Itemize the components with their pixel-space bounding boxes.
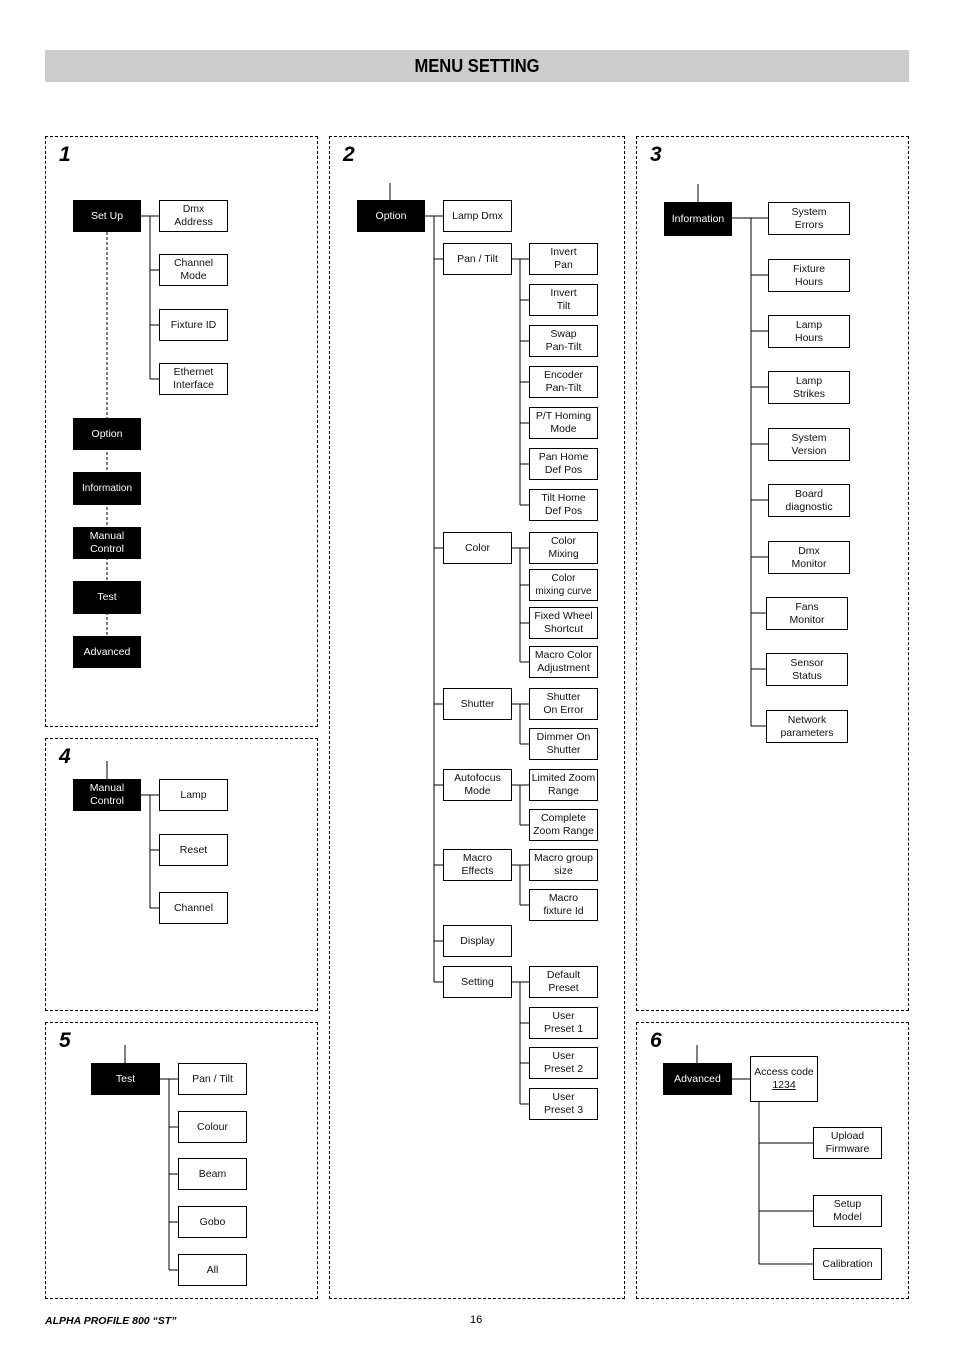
menu-item-reset[interactable]: Reset <box>159 834 228 866</box>
access-code-label: Access code <box>754 1066 814 1078</box>
menu-item-network-parameters[interactable]: Network parameters <box>766 710 848 743</box>
menu-item-channel[interactable]: Channel <box>159 892 228 924</box>
main-menu-information[interactable]: Information <box>73 472 141 505</box>
menu-item-fixture-id[interactable]: Fixture ID <box>159 309 228 341</box>
submenu-user-preset-2[interactable]: User Preset 2 <box>529 1047 598 1079</box>
submenu-invert-pan[interactable]: Invert Pan <box>529 243 598 275</box>
access-code-value: 1234 <box>772 1079 796 1091</box>
submenu-shutter-on-error[interactable]: Shutter On Error <box>529 688 598 720</box>
submenu-complete-zoom-range[interactable]: Complete Zoom Range <box>529 809 598 841</box>
menu-item-dmx-monitor[interactable]: Dmx Monitor <box>768 541 850 574</box>
menu-item-system-version[interactable]: System Version <box>768 428 850 461</box>
menu-root-test[interactable]: Test <box>91 1063 160 1095</box>
menu-item-colour[interactable]: Colour <box>178 1111 247 1143</box>
submenu-default-preset[interactable]: Default Preset <box>529 966 598 998</box>
menu-item-all[interactable]: All <box>178 1254 247 1286</box>
menu-root-advanced[interactable]: Advanced <box>663 1063 732 1095</box>
menu-item-channel-mode[interactable]: Channel Mode <box>159 254 228 286</box>
menu-item-pan-tilt-test[interactable]: Pan / Tilt <box>178 1063 247 1095</box>
submenu-encoder-pan-tilt[interactable]: Encoder Pan-Tilt <box>529 366 598 398</box>
submenu-dimmer-on-shutter[interactable]: Dimmer On Shutter <box>529 728 598 760</box>
panel-number: 4 <box>59 745 71 768</box>
panel-number: 3 <box>650 143 662 166</box>
menu-item-sensor-status[interactable]: Sensor Status <box>766 653 848 686</box>
menu-item-setup-model[interactable]: Setup Model <box>813 1195 882 1227</box>
menu-item-system-errors[interactable]: System Errors <box>768 202 850 235</box>
menu-item-calibration[interactable]: Calibration <box>813 1248 882 1280</box>
menu-item-pan-tilt[interactable]: Pan / Tilt <box>443 243 512 275</box>
submenu-limited-zoom-range[interactable]: Limited Zoom Range <box>529 769 598 801</box>
menu-item-color[interactable]: Color <box>443 532 512 564</box>
menu-item-autofocus-mode[interactable]: Autofocus Mode <box>443 769 512 801</box>
menu-item-fans-monitor[interactable]: Fans Monitor <box>766 597 848 630</box>
menu-item-board-diagnostic[interactable]: Board diagnostic <box>768 484 850 517</box>
menu-item-shutter[interactable]: Shutter <box>443 688 512 720</box>
menu-item-ethernet-interface[interactable]: Ethernet Interface <box>159 363 228 395</box>
menu-item-upload-firmware[interactable]: Upload Firmware <box>813 1127 882 1159</box>
submenu-user-preset-3[interactable]: User Preset 3 <box>529 1088 598 1120</box>
menu-item-lamp-strikes[interactable]: Lamp Strikes <box>768 371 850 404</box>
submenu-swap-pan-tilt[interactable]: Swap Pan-Tilt <box>529 325 598 357</box>
submenu-color-mixing[interactable]: Color Mixing <box>529 532 598 564</box>
menu-item-macro-effects[interactable]: Macro Effects <box>443 849 512 881</box>
footer-page-number: 16 <box>470 1314 483 1326</box>
menu-item-dmx-address[interactable]: Dmx Address <box>159 200 228 232</box>
access-code-box[interactable]: Access code 1234 <box>750 1056 818 1102</box>
submenu-pt-homing-mode[interactable]: P/T Homing Mode <box>529 407 598 439</box>
menu-item-lamp-dmx[interactable]: Lamp Dmx <box>443 200 512 232</box>
menu-root-information[interactable]: Information <box>664 202 732 236</box>
panel-number: 6 <box>650 1029 662 1052</box>
menu-root-option[interactable]: Option <box>357 200 425 232</box>
menu-item-beam[interactable]: Beam <box>178 1158 247 1190</box>
menu-item-setting[interactable]: Setting <box>443 966 512 998</box>
submenu-macro-color-adjustment[interactable]: Macro Color Adjustment <box>529 646 598 678</box>
menu-item-gobo[interactable]: Gobo <box>178 1206 247 1238</box>
main-menu-test[interactable]: Test <box>73 581 141 614</box>
submenu-color-mixing-curve[interactable]: Color mixing curve <box>529 569 598 601</box>
panel-number: 5 <box>59 1029 71 1052</box>
submenu-pan-home-def-pos[interactable]: Pan Home Def Pos <box>529 448 598 480</box>
main-menu-option[interactable]: Option <box>73 418 141 450</box>
menu-root-setup[interactable]: Set Up <box>73 200 141 232</box>
submenu-macro-fixture-id[interactable]: Macro fixture Id <box>529 889 598 921</box>
main-menu-advanced[interactable]: Advanced <box>73 636 141 668</box>
menu-root-manual-control[interactable]: Manual Control <box>73 779 141 811</box>
submenu-fixed-wheel-shortcut[interactable]: Fixed Wheel Shortcut <box>529 607 598 639</box>
footer-product-name: ALPHA PROFILE 800 “ST” <box>45 1315 177 1327</box>
page-title: MENU SETTING <box>414 55 540 76</box>
panel-number: 1 <box>59 143 71 166</box>
panel-number: 2 <box>343 143 355 166</box>
menu-item-display[interactable]: Display <box>443 925 512 957</box>
submenu-tilt-home-def-pos[interactable]: Tilt Home Def Pos <box>529 489 598 521</box>
menu-item-fixture-hours[interactable]: Fixture Hours <box>768 259 850 292</box>
submenu-macro-group-size[interactable]: Macro group size <box>529 849 598 881</box>
menu-item-lamp-hours[interactable]: Lamp Hours <box>768 315 850 348</box>
submenu-invert-tilt[interactable]: Invert Tilt <box>529 284 598 316</box>
submenu-user-preset-1[interactable]: User Preset 1 <box>529 1007 598 1039</box>
main-menu-manual-control[interactable]: Manual Control <box>73 527 141 559</box>
page-title-bar: MENU SETTING <box>45 50 909 82</box>
menu-item-lamp[interactable]: Lamp <box>159 779 228 811</box>
